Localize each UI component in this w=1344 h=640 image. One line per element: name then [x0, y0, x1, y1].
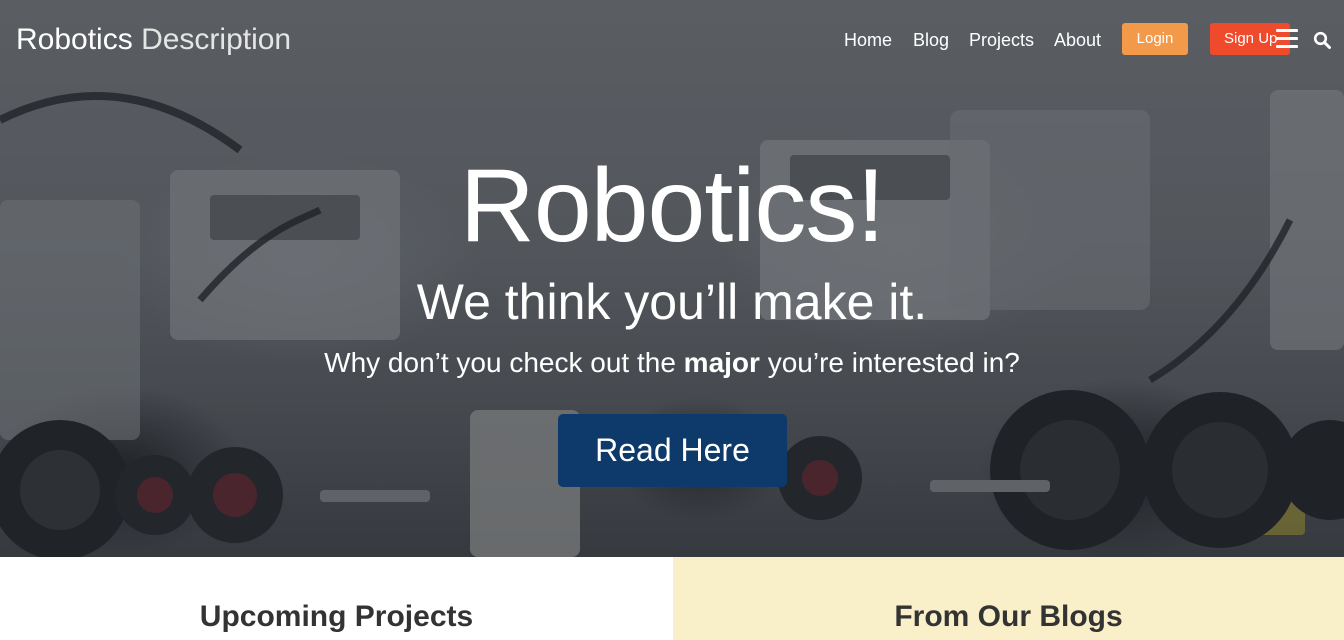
hero-question-emphasis: major — [683, 347, 760, 378]
hero-subtitle: We think you’ll make it. — [416, 274, 928, 330]
read-here-button[interactable]: Read Here — [558, 414, 787, 487]
blogs-heading: From Our Blogs — [894, 600, 1123, 633]
hero-question: Why don’t you check out the major you’re… — [0, 345, 1344, 381]
upcoming-projects-heading: Upcoming Projects — [199, 600, 474, 633]
blogs-panel: From Our Blogs — [673, 557, 1344, 640]
upcoming-projects-panel: Upcoming Projects — [0, 557, 673, 640]
hero-content: Robotics! We think you’ll make it. Why d… — [0, 0, 1344, 557]
hero-question-end: you’re interested in? — [759, 347, 1020, 378]
hero-title: Robotics! — [459, 148, 886, 264]
hero-question-start: Why don’t you check out the — [324, 347, 684, 378]
hero-section: Robotics Description Home Blog Projects … — [0, 0, 1344, 557]
